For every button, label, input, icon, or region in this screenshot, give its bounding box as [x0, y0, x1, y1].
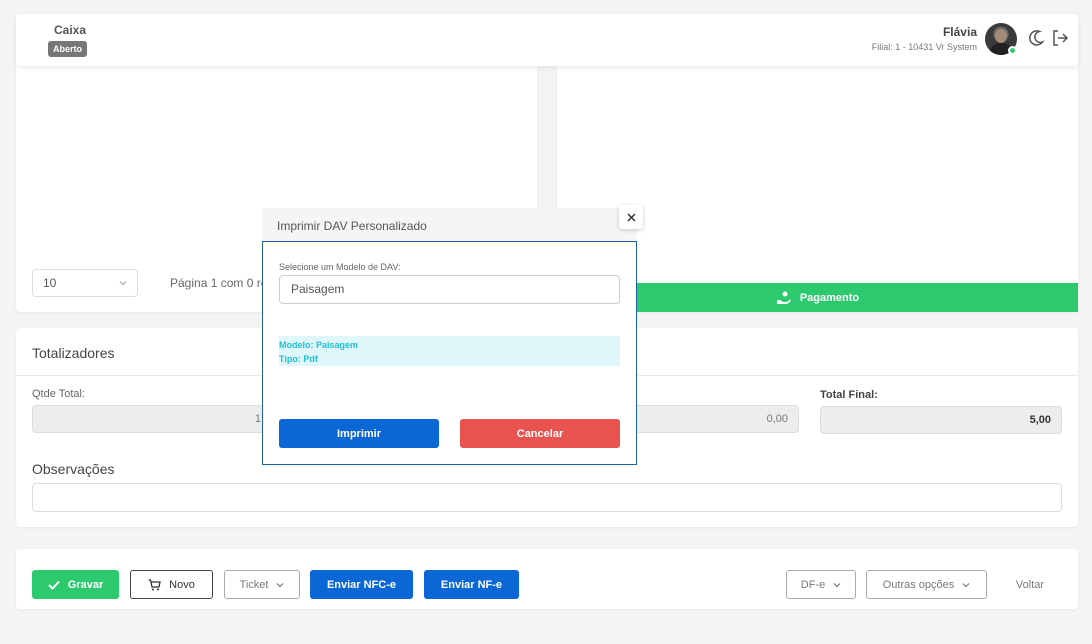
- dav-model-select[interactable]: Paisagem: [279, 275, 620, 304]
- cancel-button[interactable]: Cancelar: [460, 419, 620, 448]
- modal-header: Imprimir DAV Personalizado: [262, 208, 637, 241]
- model-info-name: Modelo: Paisagem: [279, 340, 359, 350]
- model-info-box: Modelo: Paisagem Tipo: Pdf: [279, 336, 620, 366]
- modal-body: Selecione um Modelo de DAV: Paisagem Mod…: [262, 241, 637, 465]
- model-info-type: Tipo: Pdf: [279, 354, 318, 364]
- print-button[interactable]: Imprimir: [279, 419, 439, 448]
- modal-title: Imprimir DAV Personalizado: [277, 219, 427, 233]
- close-icon: [626, 212, 636, 222]
- modal-close-button[interactable]: [619, 205, 643, 229]
- dav-model-label: Selecione um Modelo de DAV:: [279, 262, 401, 272]
